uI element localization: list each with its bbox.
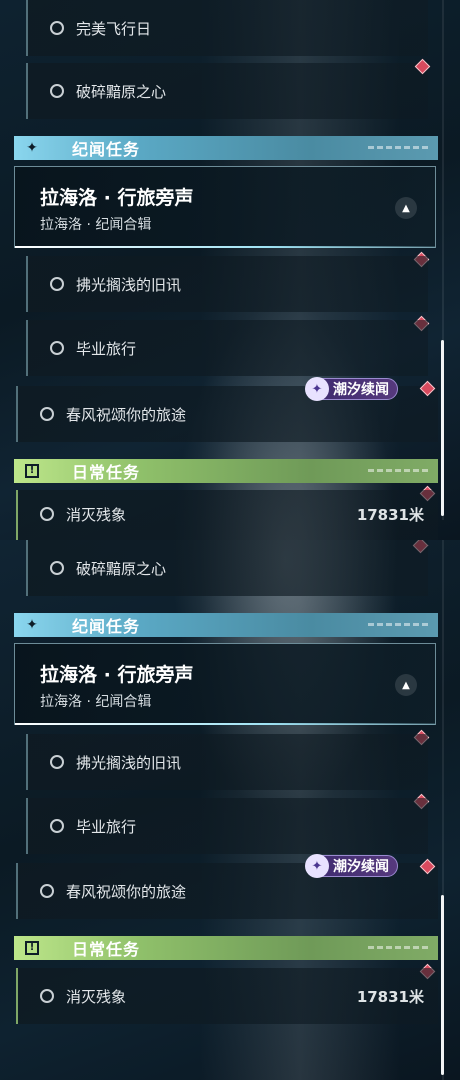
- header-decoration: [368, 623, 428, 626]
- quest-item[interactable]: 拂光搁浅的旧讯: [26, 256, 428, 312]
- ring-icon: [50, 561, 64, 575]
- quest-item-label: 拂光搁浅的旧讯: [76, 753, 182, 772]
- category-label: 纪闻任务: [72, 140, 141, 159]
- quest-group-subtitle: 拉海洛 · 纪闻合辑: [40, 694, 152, 710]
- chevron-up-icon[interactable]: ▲: [395, 197, 417, 219]
- category-header-daily[interactable]: ! 日常任务: [14, 459, 438, 483]
- quest-item[interactable]: 毕业旅行: [26, 798, 428, 854]
- quest-group-card[interactable]: 拉海洛 · 行旅旁声 拉海洛 · 纪闻合辑 ▲: [14, 643, 436, 725]
- exclamation-box-icon: !: [14, 459, 50, 483]
- quest-item-label: 破碎黯原之心: [76, 559, 167, 578]
- quest-item-label: 春风祝颂你的旅途: [66, 405, 187, 424]
- quest-distance: 17831米: [356, 987, 424, 1006]
- ring-icon: [40, 989, 54, 1003]
- quest-item[interactable]: 拂光搁浅的旧讯: [26, 734, 428, 790]
- quest-item-label: 完美飞行日: [76, 19, 152, 38]
- quest-item-label: 消灭残象: [66, 987, 127, 1006]
- ring-icon: [50, 21, 64, 35]
- category-header-story[interactable]: ✦ 纪闻任务: [14, 613, 438, 637]
- header-decoration: [368, 469, 428, 472]
- quest-item-label: 毕业旅行: [76, 817, 137, 836]
- scrollbar-thumb[interactable]: [441, 895, 444, 1075]
- quest-group-card[interactable]: 拉海洛 · 行旅旁声 拉海洛 · 纪闻合辑 ▲: [14, 166, 436, 248]
- ring-icon: [50, 341, 64, 355]
- quest-item-daily[interactable]: 消灭残象 17831米: [16, 968, 438, 1024]
- quest-panel-top: 完美飞行日 破碎黯原之心 ✦ 纪闻任务 拉海洛 · 行旅旁声 拉海洛 · 纪闻合…: [0, 0, 460, 540]
- ring-icon: [40, 507, 54, 521]
- exclamation-box-icon: !: [14, 936, 50, 960]
- sparkle-icon: ✦: [26, 140, 38, 156]
- tide-tag: ✦ 潮汐续闻: [305, 854, 398, 878]
- tide-tag-label: 潮汐续闻: [333, 859, 389, 875]
- quest-item-label: 毕业旅行: [76, 339, 137, 358]
- quest-item-daily[interactable]: 消灭残象 17831米: [16, 490, 438, 540]
- quest-item[interactable]: 破碎黯原之心: [26, 540, 428, 596]
- quest-group-title: 拉海洛 · 行旅旁声: [40, 187, 194, 209]
- quest-item[interactable]: 完美飞行日: [26, 0, 428, 56]
- chevron-up-icon[interactable]: ▲: [395, 674, 417, 696]
- ring-icon: [50, 277, 64, 291]
- tide-tag: ✦ 潮汐续闻: [305, 377, 398, 401]
- scrollbar-thumb[interactable]: [441, 340, 444, 516]
- category-label: 日常任务: [72, 940, 141, 959]
- quest-group-subtitle: 拉海洛 · 纪闻合辑: [40, 217, 152, 233]
- quest-item-label: 消灭残象: [66, 505, 127, 524]
- ring-icon: [50, 84, 64, 98]
- quest-distance: 17831米: [356, 505, 424, 524]
- quest-item-label: 拂光搁浅的旧讯: [76, 275, 182, 294]
- ring-icon: [40, 884, 54, 898]
- category-header-daily[interactable]: ! 日常任务: [14, 936, 438, 960]
- sparkle-icon: ✦: [26, 617, 38, 633]
- tide-tag-label: 潮汐续闻: [333, 382, 389, 398]
- header-decoration: [368, 146, 428, 149]
- quest-item[interactable]: 破碎黯原之心: [26, 63, 428, 119]
- quest-item-label: 春风祝颂你的旅途: [66, 882, 187, 901]
- quest-group-title: 拉海洛 · 行旅旁声: [40, 664, 194, 686]
- quest-item[interactable]: 毕业旅行: [26, 320, 428, 376]
- ring-icon: [50, 819, 64, 833]
- header-decoration: [368, 946, 428, 949]
- category-label: 日常任务: [72, 463, 141, 482]
- tide-swirl-icon: ✦: [305, 854, 329, 878]
- quest-panel-bottom: 破碎黯原之心 ✦ 纪闻任务 拉海洛 · 行旅旁声 拉海洛 · 纪闻合辑 ▲ 拂光…: [0, 540, 460, 1080]
- ring-icon: [50, 755, 64, 769]
- ring-icon: [40, 407, 54, 421]
- category-header-story[interactable]: ✦ 纪闻任务: [14, 136, 438, 160]
- quest-item-label: 破碎黯原之心: [76, 82, 167, 101]
- category-label: 纪闻任务: [72, 617, 141, 636]
- tide-swirl-icon: ✦: [305, 377, 329, 401]
